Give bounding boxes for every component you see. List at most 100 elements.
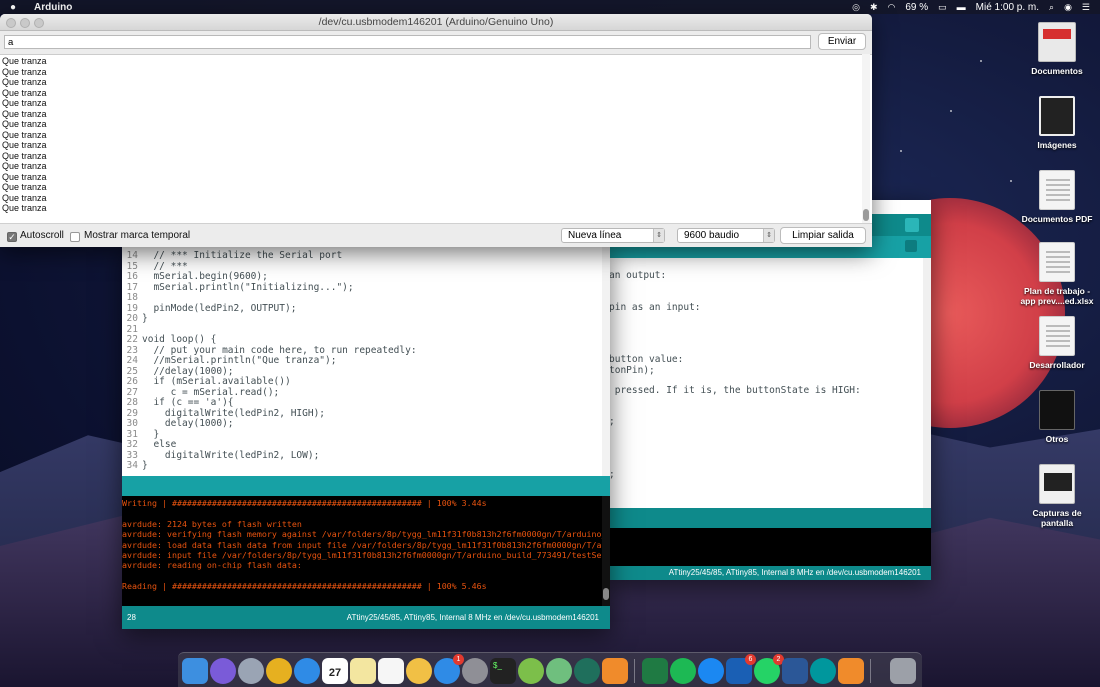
code-area[interactable]: an output: pin as an input: button value…	[605, 258, 931, 514]
tab-menu-icon[interactable]	[905, 240, 917, 252]
code-line[interactable]: 33 digitalWrite(ledPin2, LOW);	[122, 449, 320, 461]
spotlight-search-icon[interactable]: ⌕	[1049, 2, 1054, 13]
system-preferences-icon[interactable]	[462, 658, 488, 684]
autoscroll-checkbox[interactable]: ✓	[7, 232, 17, 242]
bluetooth-icon[interactable]: ✱	[870, 2, 878, 13]
serial-monitor-icon[interactable]	[905, 218, 919, 232]
android-studio-icon[interactable]	[518, 658, 544, 684]
code-line[interactable]: 28 if (c == 'a'){	[122, 397, 234, 408]
arduino-icon[interactable]	[810, 658, 836, 684]
code-line[interactable]: 31 }	[122, 428, 160, 440]
code-line[interactable]: 30 delay(1000);	[122, 418, 234, 429]
line-number: 31	[126, 428, 138, 440]
word-icon[interactable]	[782, 658, 808, 684]
fritzing-icon[interactable]	[602, 658, 628, 684]
line-ending-select[interactable]: Nueva línea ⇕	[561, 228, 665, 243]
battery-icon[interactable]: ▭	[938, 2, 947, 13]
code-line[interactable]: 18	[122, 292, 142, 303]
desktop-icon-plan-de-trabajo[interactable]: Plan de trabajo - app prev....ed.xlsx	[1017, 242, 1097, 306]
code-text: digitalWrite(ledPin2, LOW);	[142, 449, 320, 461]
code-line[interactable]: 16 mSerial.begin(9600);	[122, 271, 268, 282]
clear-output-button[interactable]: Limpiar salida	[780, 227, 866, 244]
spotify-icon[interactable]	[670, 658, 696, 684]
photos-icon[interactable]	[406, 658, 432, 684]
timestamp-checkbox[interactable]	[70, 232, 80, 242]
launchpad-icon[interactable]	[238, 658, 264, 684]
gitkraken-icon[interactable]	[574, 658, 600, 684]
scroll-thumb[interactable]	[603, 588, 609, 600]
desktop-icon-documentos-pdf[interactable]: Documentos PDF	[1017, 170, 1097, 224]
clock[interactable]: Mié 1:00 p. m.	[976, 2, 1039, 13]
app-store-icon[interactable]: 1	[434, 654, 464, 684]
whatsapp-icon[interactable]: 2	[754, 654, 784, 684]
app-menu[interactable]: Arduino	[34, 2, 72, 13]
code-line[interactable]: 21	[122, 324, 142, 335]
console-line: Writing | ##############################…	[122, 498, 487, 508]
atom-icon[interactable]	[546, 658, 572, 684]
battery-percent[interactable]: 69 %	[905, 2, 928, 13]
serial-input[interactable]	[4, 35, 811, 49]
serial-output-line: Que tranza	[2, 108, 47, 119]
line-number: 23	[126, 344, 138, 356]
desktop-icon-documentos[interactable]: Documentos	[1017, 22, 1097, 76]
message-bar	[122, 476, 610, 496]
code-line[interactable]: 14 // *** Initialize the Serial port	[122, 250, 343, 261]
code-line[interactable]: 22 void loop() {	[122, 334, 217, 345]
reminders-icon[interactable]	[378, 658, 404, 684]
desktop-icon-imagenes[interactable]: Imágenes	[1017, 96, 1097, 150]
serial-output: Que tranza Que tranza Que tranza Que tranza…	[0, 54, 872, 223]
scroll-thumb[interactable]	[863, 209, 869, 221]
arduino-editor-window[interactable]: 14 // *** Initialize the Serial port 15 /…	[122, 246, 610, 629]
trash-icon[interactable]	[890, 658, 916, 684]
code-line[interactable]: 34}	[122, 460, 148, 471]
code-scrollbar[interactable]	[602, 246, 610, 476]
console-line: avrdude: 2124 bytes of flash written	[122, 518, 302, 529]
code-fragment: tonPin);	[609, 365, 655, 376]
input-flag-icon[interactable]: ▬	[957, 2, 966, 12]
siri-icon[interactable]: ◎	[852, 2, 860, 13]
messenger-icon[interactable]	[698, 658, 724, 684]
code-line[interactable]: 25 //delay(1000);	[122, 366, 234, 377]
vertical-scrollbar[interactable]	[923, 258, 931, 508]
desktop-icon-otros[interactable]: Otros	[1017, 390, 1097, 444]
terminal-icon[interactable]: $_	[490, 658, 516, 684]
safari-icon[interactable]	[294, 658, 320, 684]
title-bar[interactable]: /dev/cu.usbmodem146201 (Arduino/Genuino …	[0, 14, 872, 31]
desktop-icon-label: Documentos	[1031, 66, 1083, 76]
desktop-icon-desarrollador[interactable]: Desarrollador	[1017, 316, 1097, 370]
output-scrollbar[interactable]	[862, 54, 870, 223]
chrome-icon[interactable]	[266, 658, 292, 684]
console-scrollbar[interactable]	[602, 496, 610, 606]
user-avatar-icon[interactable]: ◉	[1064, 2, 1072, 13]
code-line[interactable]: 29 digitalWrite(ledPin2, HIGH);	[122, 408, 325, 419]
excel-icon[interactable]	[642, 658, 668, 684]
send-button[interactable]: Enviar	[818, 33, 866, 50]
line-number: 26	[126, 376, 138, 387]
window-title: /dev/cu.usbmodem146201 (Arduino/Genuino …	[318, 16, 554, 28]
code-area[interactable]: 14 // *** Initialize the Serial port 15 /…	[122, 246, 602, 476]
code-line[interactable]: 26 if (mSerial.available())	[122, 376, 291, 387]
code-line[interactable]: 23 // put your main code here, to run re…	[122, 345, 417, 356]
finder-icon[interactable]	[182, 658, 208, 684]
notes-icon[interactable]	[350, 658, 376, 684]
siri-icon[interactable]	[210, 658, 236, 684]
code-text: c = mSerial.read();	[142, 386, 280, 398]
desktop-icon-capturas[interactable]: Capturas de pantalla	[1017, 464, 1097, 528]
code-line[interactable]: 19 pinMode(ledPin2, OUTPUT);	[122, 303, 297, 314]
outlook-icon[interactable]: 6	[726, 654, 756, 684]
code-line[interactable]: 15 // ***	[122, 261, 188, 272]
code-line[interactable]: 17 mSerial.println("Initializing...");	[122, 282, 354, 293]
code-line[interactable]: 24 //mSerial.println("Que tranza");	[122, 355, 337, 366]
code-line[interactable]: 27 c = mSerial.read();	[122, 386, 280, 398]
serial-monitor-window[interactable]: /dev/cu.usbmodem146201 (Arduino/Genuino …	[0, 14, 872, 247]
baud-rate-select[interactable]: 9600 baudio ⇕	[677, 228, 775, 243]
apple-menu-icon[interactable]: ●	[10, 2, 26, 13]
desktop-icon-label: Plan de trabajo - app prev....ed.xlsx	[1020, 286, 1094, 306]
wifi-icon[interactable]: ◠	[887, 2, 895, 13]
calendar-icon[interactable]: 27	[322, 658, 348, 684]
notification-center-icon[interactable]: ☰	[1082, 2, 1090, 13]
code-line[interactable]: 20}	[122, 313, 148, 324]
arduino-editor-window-back[interactable]: an output: pin as an input: button value…	[605, 200, 931, 580]
code-line[interactable]: 32 else	[122, 439, 177, 450]
fritzing-file-icon[interactable]	[838, 658, 864, 684]
